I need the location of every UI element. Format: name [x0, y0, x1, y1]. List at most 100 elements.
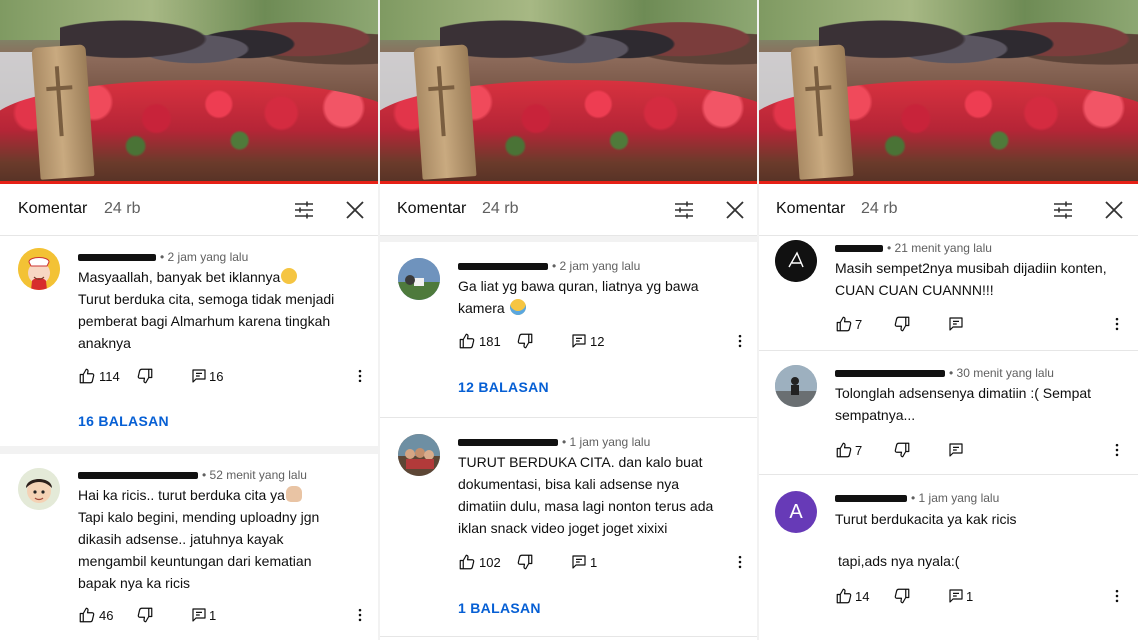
comment-actions: 181 12 — [458, 332, 748, 352]
reply-icon[interactable] — [570, 553, 588, 571]
reply-count: 1 — [966, 589, 974, 604]
dislike-icon[interactable] — [136, 606, 154, 624]
comment-time: • 30 menit yang lalu — [949, 366, 1054, 380]
dislike-icon[interactable] — [516, 332, 534, 350]
avatar[interactable] — [775, 365, 817, 407]
video-player[interactable] — [759, 0, 1138, 184]
dislike-icon[interactable] — [893, 315, 911, 333]
like-icon[interactable] — [458, 332, 476, 350]
reply-icon[interactable] — [570, 332, 588, 350]
divider — [759, 350, 1138, 351]
comment-text: Masih sempet2nya musibah dijadiin konten… — [835, 260, 1107, 298]
comment-actions: 46 1 — [78, 606, 368, 626]
boy-cartoon-avatar-icon — [18, 468, 60, 510]
group-photo-avatar-icon — [398, 434, 440, 476]
redacted-username — [835, 370, 945, 378]
redacted-username — [458, 263, 548, 271]
reply-count: 1 — [209, 608, 217, 623]
like-count: 102 — [479, 555, 501, 570]
avatar[interactable] — [775, 240, 817, 282]
comments-header: Komentar 24 rb — [759, 184, 1138, 236]
comment-time: • 1 jam yang lalu — [911, 491, 1000, 505]
redacted-username — [835, 245, 883, 253]
comment-text: Ga liat yg bawa quran, liatnya yg bawa k… — [458, 278, 699, 316]
sweat-smile-emoji-icon — [281, 268, 298, 284]
crying-face-emoji-icon — [509, 299, 526, 315]
more-options-icon[interactable] — [351, 606, 369, 624]
more-options-icon[interactable] — [731, 332, 749, 350]
view-replies-button[interactable]: 16 BALASAN — [78, 413, 169, 429]
screenshot-panel-1: Komentar 24 rb • 2 jam yang lalu Masyaal… — [0, 0, 378, 640]
avatar[interactable]: A — [775, 491, 817, 533]
view-replies-button[interactable]: 1 BALASAN — [458, 600, 541, 616]
screenshot-panel-2: Komentar 24 rb • 2 jam yang lalu Ga liat… — [380, 0, 757, 640]
close-icon[interactable] — [723, 198, 747, 222]
divider — [380, 636, 757, 637]
reply-icon[interactable] — [947, 587, 965, 605]
comment-time: • 2 jam yang lalu — [552, 259, 641, 273]
avatar[interactable] — [398, 434, 440, 476]
dislike-icon[interactable] — [516, 553, 534, 571]
close-icon[interactable] — [1102, 198, 1126, 222]
avatar[interactable] — [18, 248, 60, 290]
comments-title: Komentar — [397, 200, 467, 217]
redacted-username — [78, 472, 198, 480]
comment-actions: 7 — [835, 315, 1125, 335]
comment-text: Hai ka ricis.. turut berduka cita ya Tap… — [78, 486, 320, 591]
comment-time: • 1 jam yang lalu — [562, 435, 651, 449]
comments-count: 24 rb — [104, 200, 141, 217]
reply-count: 12 — [590, 334, 605, 349]
screenshot-panel-3: Komentar 24 rb • 21 menit yang lalu Masi… — [759, 0, 1138, 640]
comment-actions: 102 1 — [458, 553, 748, 573]
avatar[interactable] — [18, 468, 60, 510]
chef-cartoon-avatar-icon — [18, 248, 60, 290]
like-count: 46 — [99, 608, 114, 623]
sort-filter-icon[interactable] — [1051, 198, 1075, 222]
comments-header: Komentar 24 rb — [0, 184, 378, 236]
like-icon[interactable] — [835, 441, 853, 459]
more-options-icon[interactable] — [351, 367, 369, 385]
comments-count: 24 rb — [861, 200, 898, 217]
letter-a-avatar-icon: A — [789, 501, 803, 523]
sort-filter-icon[interactable] — [672, 198, 696, 222]
more-options-icon[interactable] — [731, 553, 749, 571]
dislike-icon[interactable] — [893, 441, 911, 459]
like-icon[interactable] — [458, 553, 476, 571]
beach-photo-avatar-icon — [775, 365, 817, 407]
comment-time: • 21 menit yang lalu — [887, 241, 992, 255]
comments-title: Komentar — [18, 200, 88, 217]
divider — [380, 236, 757, 242]
comments-count: 24 rb — [482, 200, 519, 217]
dislike-icon[interactable] — [893, 587, 911, 605]
dislike-icon[interactable] — [136, 367, 154, 385]
reply-count: 1 — [590, 555, 598, 570]
more-options-icon[interactable] — [1108, 315, 1126, 333]
sort-filter-icon[interactable] — [292, 198, 316, 222]
avatar[interactable] — [398, 258, 440, 300]
like-count: 14 — [855, 589, 870, 604]
reply-icon[interactable] — [190, 367, 208, 385]
comment-text: Turut berdukacita ya kak ricis tapi,ads … — [835, 511, 1017, 569]
outdoor-photo-avatar-icon — [398, 258, 440, 300]
redacted-username — [835, 495, 907, 503]
comment-time: • 2 jam yang lalu — [160, 250, 249, 264]
divider — [0, 446, 378, 454]
view-replies-button[interactable]: 12 BALASAN — [458, 379, 549, 395]
more-options-icon[interactable] — [1108, 587, 1126, 605]
black-logo-avatar-icon — [775, 240, 817, 282]
like-icon[interactable] — [835, 587, 853, 605]
like-icon[interactable] — [78, 606, 96, 624]
like-icon[interactable] — [78, 367, 96, 385]
like-count: 181 — [479, 334, 501, 349]
praying-hands-emoji-icon — [285, 486, 302, 502]
comment-text: Tolonglah adsensenya dimatiin :( Sempat … — [835, 385, 1092, 423]
more-options-icon[interactable] — [1108, 441, 1126, 459]
like-icon[interactable] — [835, 315, 853, 333]
video-player[interactable] — [0, 0, 378, 184]
reply-icon[interactable] — [190, 606, 208, 624]
comment-text: Masyaallah, banyak bet iklannya Turut be… — [78, 268, 335, 351]
close-icon[interactable] — [343, 198, 367, 222]
reply-icon[interactable] — [947, 315, 965, 333]
video-player[interactable] — [380, 0, 757, 184]
reply-icon[interactable] — [947, 441, 965, 459]
